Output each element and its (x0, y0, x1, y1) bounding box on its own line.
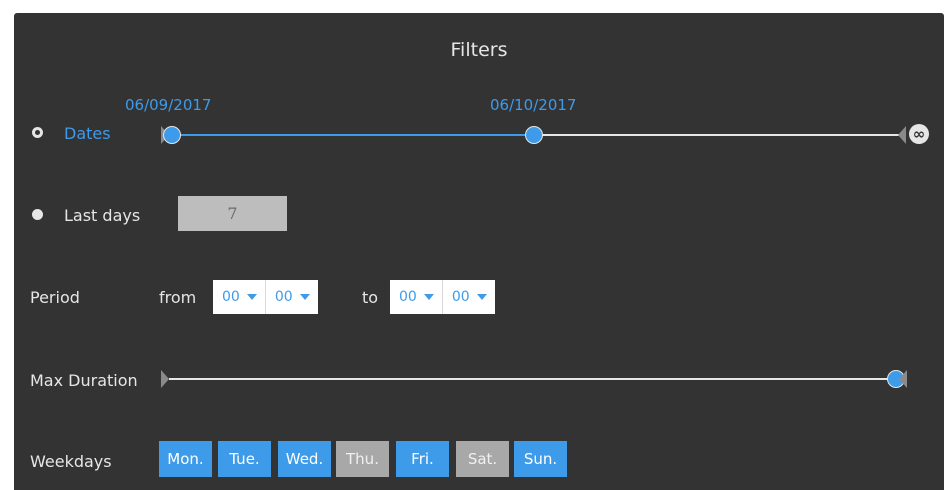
weekdays-label: Weekdays (30, 452, 112, 471)
weekday-toggle-wed[interactable]: Wed. (278, 441, 331, 477)
filters-panel: Filters Dates 06/09/2017 06/10/2017 ∞ La… (14, 13, 944, 490)
weekday-toggle-sun[interactable]: Sun. (514, 441, 567, 477)
from-minute-select[interactable]: 00 (264, 280, 318, 314)
caret-down-icon (246, 294, 257, 300)
duration-slider-left-cap (161, 370, 169, 388)
from-hour-value: 00 (222, 289, 240, 305)
dates-label[interactable]: Dates (64, 124, 111, 143)
period-from-time: 00 00 (213, 280, 318, 314)
dates-radio[interactable] (32, 127, 43, 138)
from-hour-select[interactable]: 00 (213, 280, 265, 314)
last-days-input[interactable]: 7 (178, 196, 287, 231)
period-to-label: to (362, 288, 379, 307)
dates-slider-end-thumb[interactable] (525, 126, 543, 144)
filters-title: Filters (450, 39, 508, 61)
caret-down-icon (476, 294, 487, 300)
date-start-label: 06/09/2017 (125, 96, 212, 114)
duration-slider-track[interactable] (169, 378, 897, 380)
period-to-time: 00 00 (390, 280, 495, 314)
weekday-toggle-fri[interactable]: Fri. (396, 441, 449, 477)
date-end-label: 06/10/2017 (490, 96, 577, 114)
max-duration-label: Max Duration (30, 371, 138, 390)
to-minute-select[interactable]: 00 (441, 280, 495, 314)
weekday-toggle-sat[interactable]: Sat. (456, 441, 509, 477)
caret-down-icon (423, 294, 434, 300)
duration-slider-right-cap (899, 370, 907, 388)
last-days-label[interactable]: Last days (64, 206, 140, 225)
period-from-label: from (159, 288, 197, 307)
weekday-toggle-mon[interactable]: Mon. (159, 441, 212, 477)
weekday-toggle-tue[interactable]: Tue. (218, 441, 271, 477)
infinity-icon[interactable]: ∞ (909, 124, 929, 144)
dates-slider-right-cap (898, 126, 906, 144)
to-hour-value: 00 (399, 289, 417, 305)
to-hour-select[interactable]: 00 (390, 280, 442, 314)
to-minute-value: 00 (451, 289, 470, 305)
last-days-radio[interactable] (32, 209, 43, 220)
period-label: Period (30, 288, 80, 307)
dates-slider-start-thumb[interactable] (163, 126, 181, 144)
from-minute-value: 00 (274, 289, 293, 305)
weekday-toggle-thu[interactable]: Thu. (336, 441, 389, 477)
dates-slider-range (170, 134, 534, 136)
caret-down-icon (299, 294, 310, 300)
